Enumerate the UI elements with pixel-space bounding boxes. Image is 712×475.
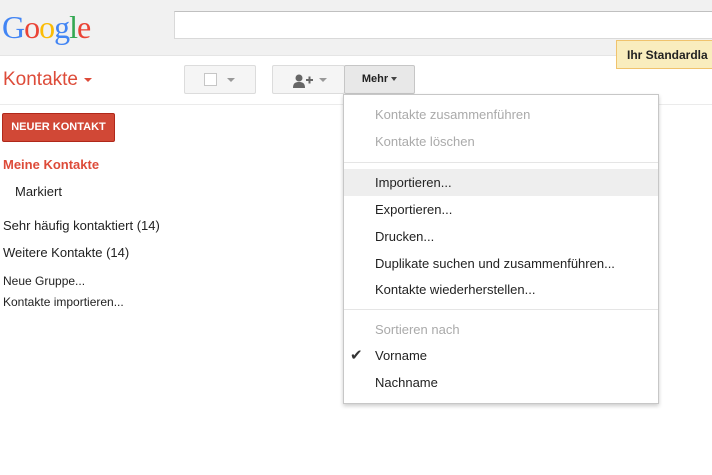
more-button-label: Mehr (361, 73, 389, 85)
menu-item-find-duplicates[interactable]: Duplikate suchen und zusammenführen... (344, 250, 658, 277)
menu-item-delete-contacts: Kontakte löschen (375, 134, 475, 149)
app-switcher[interactable]: Kontakte (3, 69, 92, 91)
menu-header-sort-by: Sortieren nach (375, 322, 460, 337)
menu-item-sort-first-name[interactable]: ✔ Vorname (344, 342, 658, 369)
menu-item-label: Vorname (375, 348, 428, 363)
google-logo[interactable]: Google (2, 9, 91, 45)
menu-item-import[interactable]: Importieren... (344, 169, 658, 196)
menu-divider (344, 309, 658, 310)
sidebar-item-other-contacts[interactable]: Weitere Kontakte (14) (3, 245, 129, 260)
app-title: Kontakte (3, 69, 78, 90)
import-contacts-link[interactable]: Kontakte importieren... (3, 295, 124, 309)
sidebar-item-starred[interactable]: Markiert (15, 184, 62, 199)
checkmark-icon: ✔ (350, 347, 363, 364)
checkbox-icon (204, 73, 217, 86)
menu-item-restore-contacts[interactable]: Kontakte wiederherstellen... (344, 276, 658, 303)
top-bar: Google (0, 0, 712, 56)
add-person-icon (293, 74, 313, 88)
menu-item-merge-contacts: Kontakte zusammenführen (375, 107, 531, 122)
caret-down-icon (84, 77, 92, 82)
more-button[interactable]: Mehr (344, 65, 415, 94)
caret-down-icon (319, 78, 327, 82)
caret-down-icon (391, 77, 398, 82)
add-to-group-button[interactable] (272, 65, 345, 94)
menu-item-print[interactable]: Drucken... (344, 223, 658, 250)
menu-divider (344, 162, 658, 163)
caret-down-icon (227, 78, 235, 82)
search-input[interactable] (174, 11, 712, 39)
new-group-link[interactable]: Neue Gruppe... (3, 274, 85, 288)
sidebar-item-most-contacted[interactable]: Sehr häufig kontaktiert (14) (3, 218, 160, 233)
menu-item-sort-last-name[interactable]: Nachname (344, 369, 658, 396)
sidebar-item-my-contacts[interactable]: Meine Kontakte (3, 157, 99, 172)
select-checkbox-button[interactable] (184, 65, 256, 94)
new-contact-button[interactable]: NEUER KONTAKT (2, 113, 115, 142)
menu-item-export[interactable]: Exportieren... (344, 196, 658, 223)
more-dropdown-menu: Kontakte zusammenführen Kontakte löschen… (343, 94, 659, 404)
